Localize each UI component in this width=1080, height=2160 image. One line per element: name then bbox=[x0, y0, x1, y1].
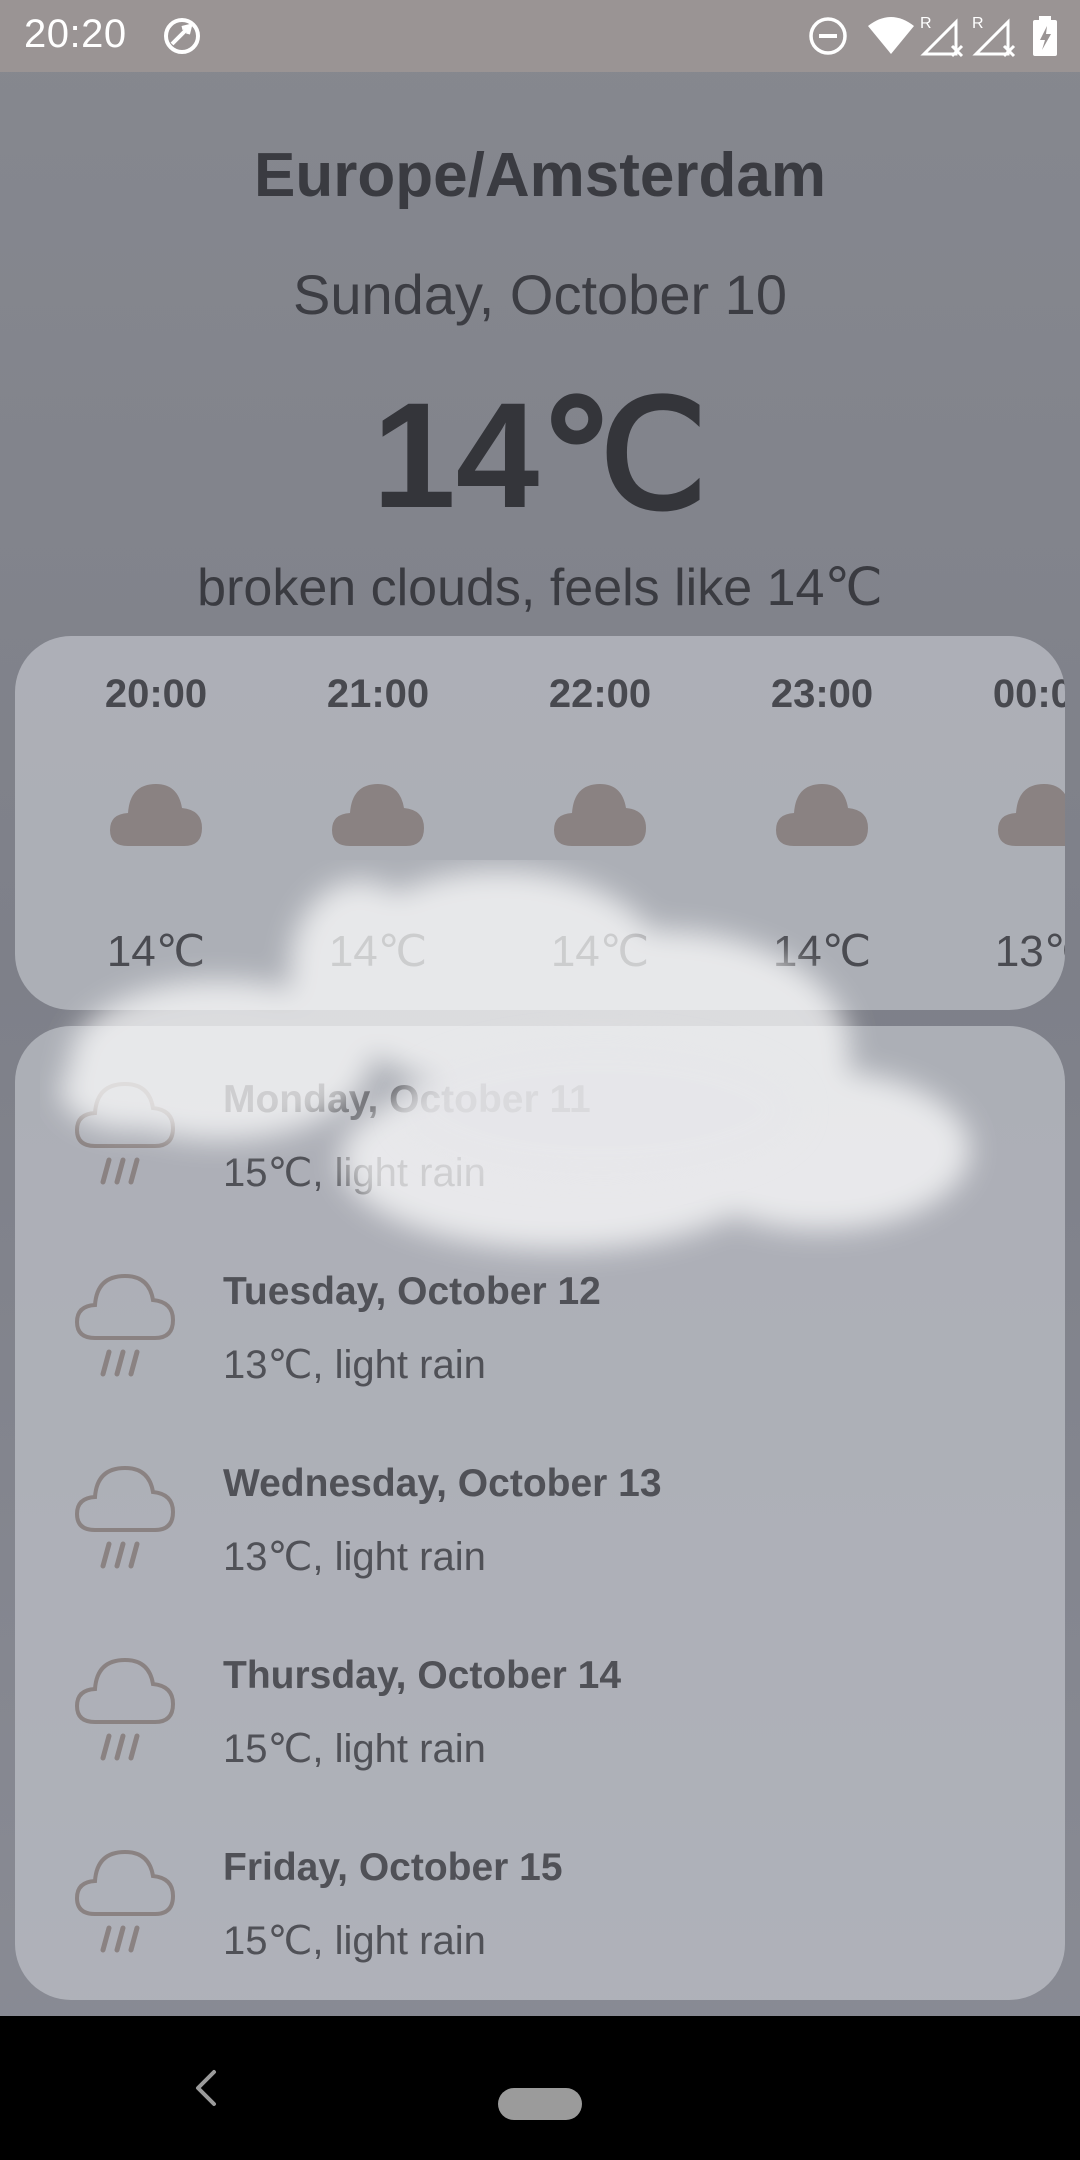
daily-item: Tuesday, October 12 13℃, light rain bbox=[15, 1218, 1065, 1410]
hour-temp: 14℃ bbox=[772, 927, 872, 976]
cloud-icon bbox=[776, 784, 868, 846]
day-name: Monday, October 11 bbox=[223, 1078, 591, 1121]
hour-time: 00:00 bbox=[992, 672, 1065, 716]
day-description: 15℃, light rain bbox=[223, 1727, 486, 1771]
svg-text:R: R bbox=[972, 15, 984, 32]
hour-time: 21:00 bbox=[326, 672, 430, 716]
city-name: Europe/Amsterdam bbox=[254, 141, 826, 210]
signal-r-icon: R bbox=[972, 15, 1016, 58]
daily-item: Wednesday, October 13 13℃, light rain bbox=[15, 1410, 1065, 1602]
weather-description: broken clouds, feels like 14℃ bbox=[197, 559, 883, 617]
sync-icon bbox=[164, 18, 200, 54]
current-date: Sunday, October 10 bbox=[293, 263, 787, 326]
status-bar: 20:20 R R bbox=[0, 0, 1080, 72]
battery-charging-icon bbox=[1033, 16, 1057, 56]
navigation-bar bbox=[0, 2016, 1080, 2160]
cloud-icon bbox=[332, 784, 424, 846]
rain-cloud-icon bbox=[74, 1657, 176, 1761]
day-name: Friday, October 15 bbox=[223, 1846, 563, 1889]
day-description: 15℃, light rain bbox=[223, 1919, 486, 1963]
hourly-forecast[interactable]: 20:00 14℃ 21:00 14℃ 22:00 14℃ 23:00 14℃ … bbox=[15, 636, 1065, 1010]
hourly-item: 20:00 14℃ bbox=[56, 636, 256, 1010]
hourly-item: 00:00 13℃ bbox=[944, 636, 1065, 1010]
day-description: 13℃, light rain bbox=[223, 1535, 486, 1579]
rain-cloud-icon bbox=[74, 1273, 176, 1377]
rain-cloud-icon bbox=[74, 1081, 176, 1185]
daily-item: Thursday, October 14 15℃, light rain bbox=[15, 1602, 1065, 1794]
hourly-item: 21:00 14℃ bbox=[278, 636, 478, 1010]
home-pill-icon[interactable] bbox=[498, 2088, 582, 2120]
signal-r-icon: R bbox=[920, 15, 964, 58]
cloud-icon bbox=[110, 784, 202, 846]
current-temperature: 14℃ bbox=[372, 371, 708, 539]
hour-temp: 14℃ bbox=[328, 927, 428, 976]
rain-cloud-icon bbox=[74, 1849, 176, 1953]
cloud-icon bbox=[554, 784, 646, 846]
hour-temp: 13℃ bbox=[994, 927, 1065, 976]
day-description: 15℃, light rain bbox=[223, 1151, 486, 1195]
rain-cloud-icon bbox=[74, 1465, 176, 1569]
hour-time: 20:00 bbox=[104, 672, 208, 716]
day-name: Tuesday, October 12 bbox=[223, 1270, 601, 1313]
hour-time: 23:00 bbox=[770, 672, 874, 716]
cloud-icon bbox=[998, 784, 1065, 846]
day-name: Thursday, October 14 bbox=[223, 1654, 622, 1697]
hourly-item: 22:00 14℃ bbox=[500, 636, 700, 1010]
day-name: Wednesday, October 13 bbox=[223, 1462, 662, 1505]
wifi-icon bbox=[868, 17, 914, 54]
daily-item: Friday, October 15 15℃, light rain bbox=[15, 1794, 1065, 1986]
day-description: 13℃, light rain bbox=[223, 1343, 486, 1387]
hourly-item: 23:00 14℃ bbox=[722, 636, 922, 1010]
hour-temp: 14℃ bbox=[550, 927, 650, 976]
daily-item: Monday, October 11 15℃, light rain bbox=[15, 1026, 1065, 1218]
hour-time: 22:00 bbox=[548, 672, 652, 716]
status-time: 20:20 bbox=[24, 12, 127, 56]
dnd-icon bbox=[809, 17, 847, 55]
daily-forecast[interactable]: Monday, October 11 15℃, light rain Tuesd… bbox=[15, 1026, 1065, 2000]
hour-temp: 14℃ bbox=[106, 927, 206, 976]
back-icon[interactable] bbox=[186, 2066, 226, 2110]
svg-text:R: R bbox=[920, 15, 932, 32]
